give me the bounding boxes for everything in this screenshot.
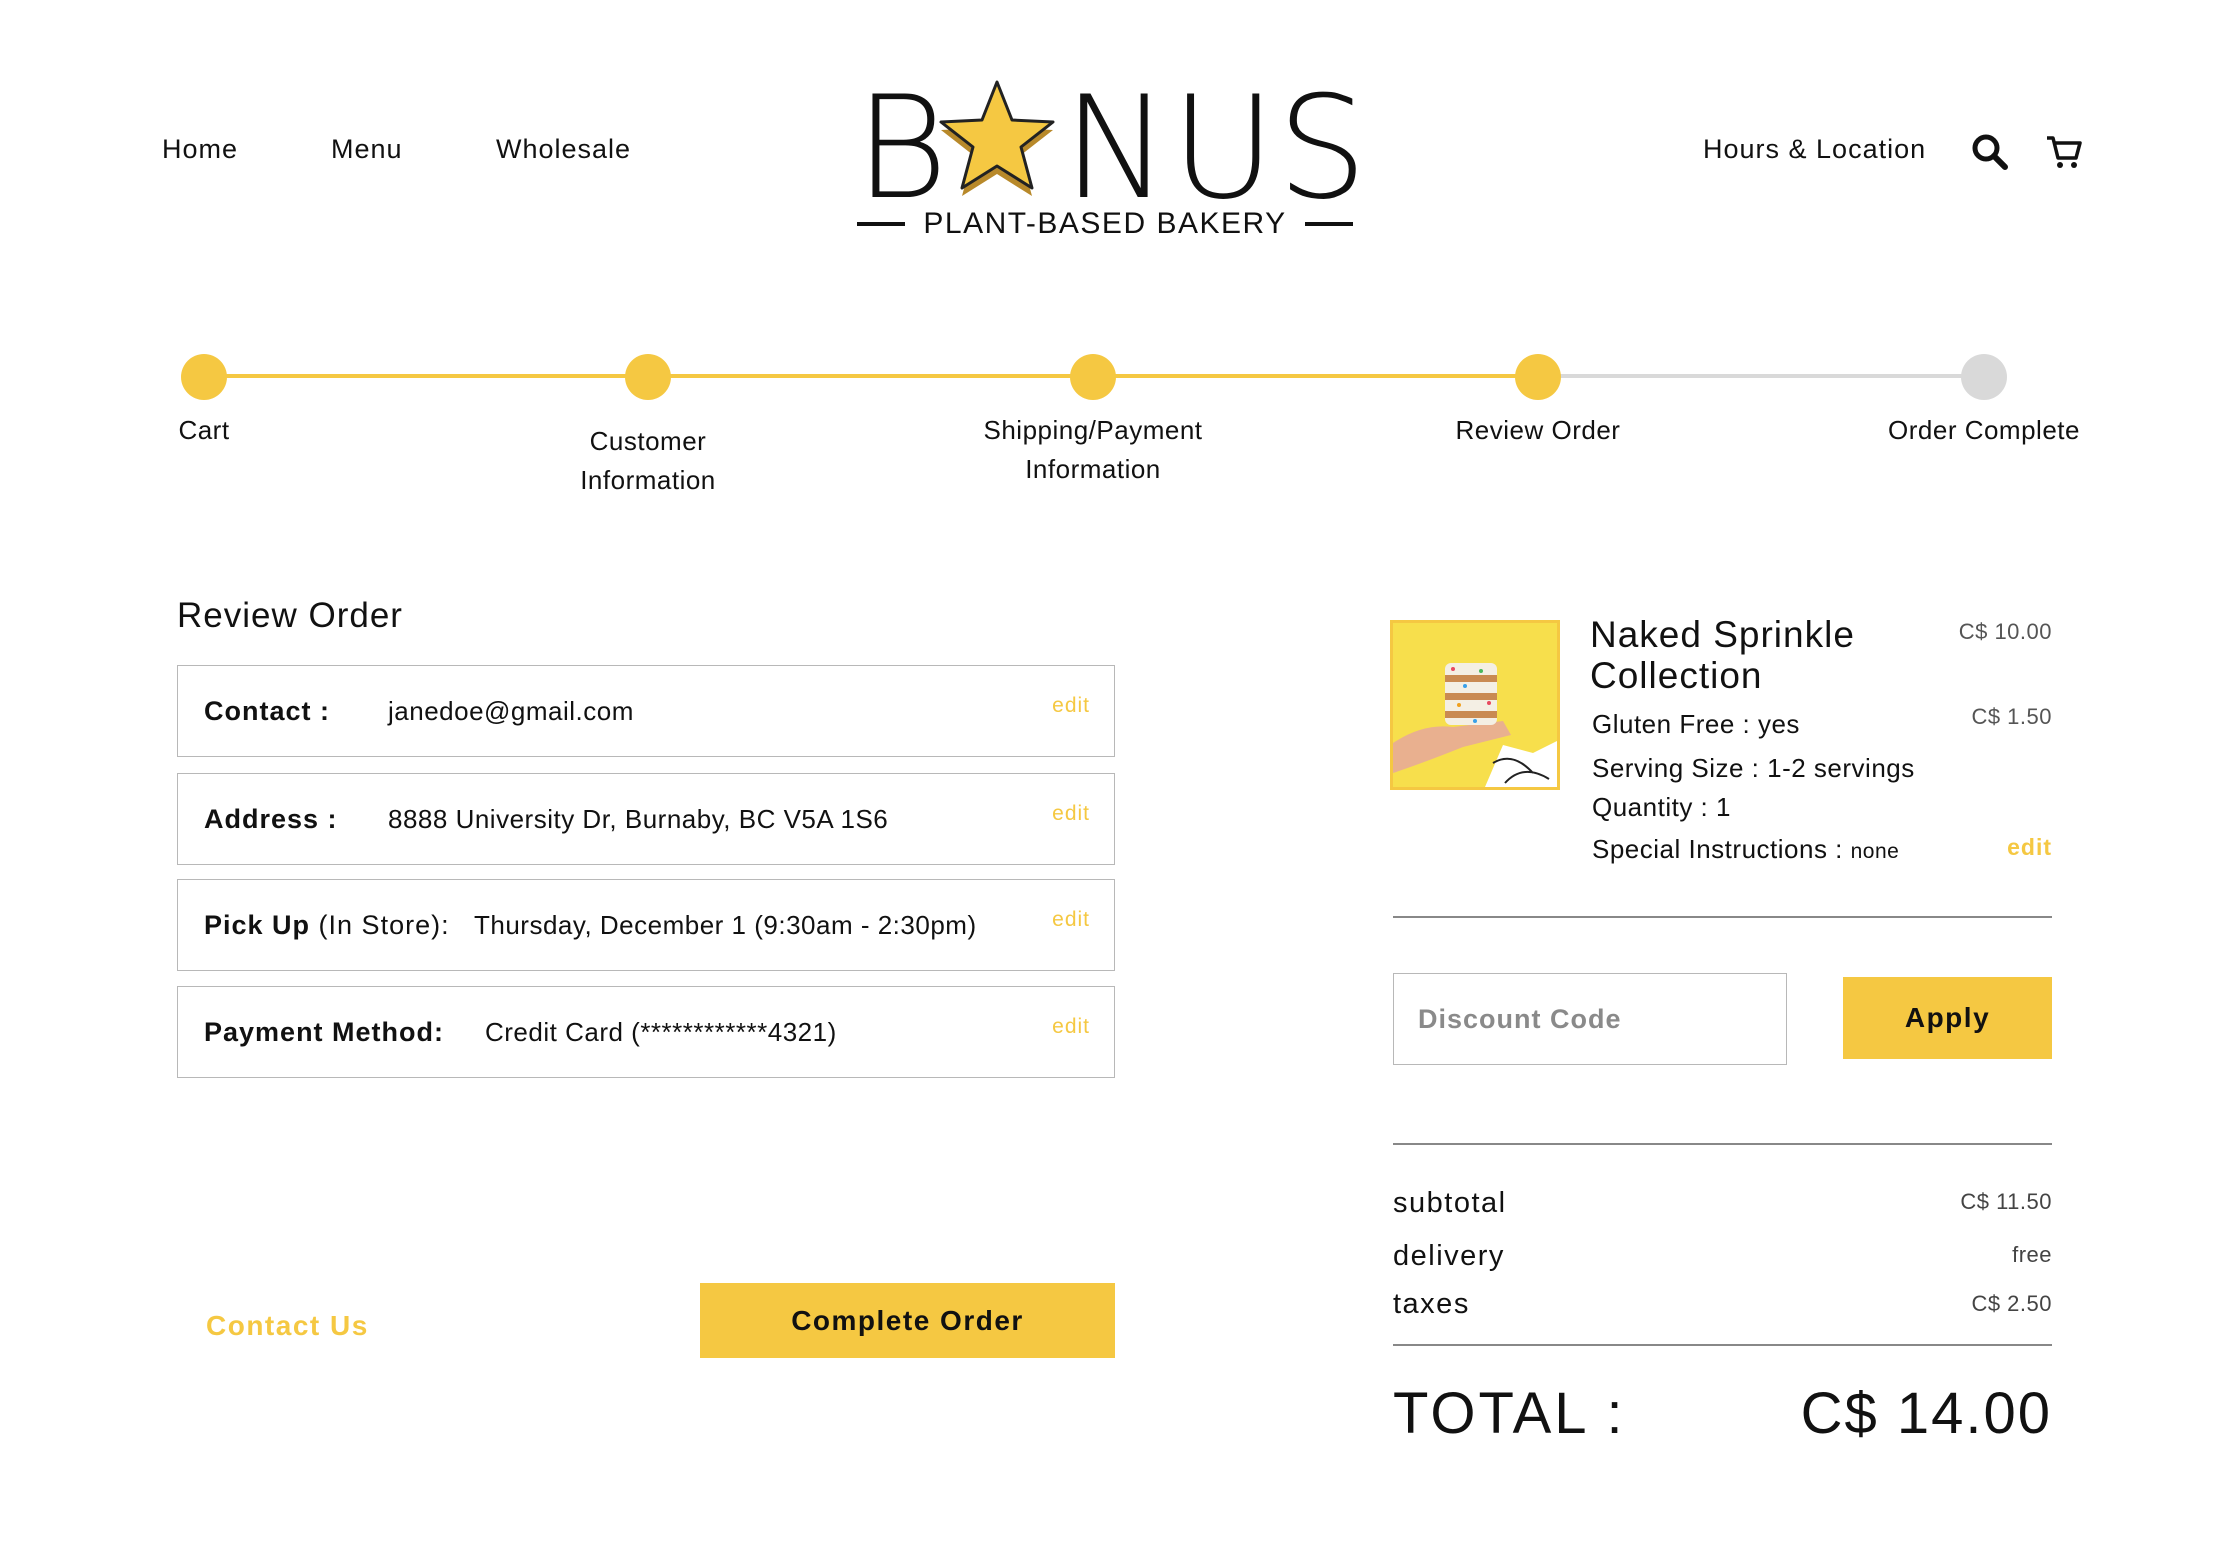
review-row-address: Address : 8888 University Dr, Burnaby, B…: [177, 773, 1115, 865]
review-row-value: janedoe@gmail.com: [388, 696, 634, 726]
special-instructions-label: Special Instructions :: [1592, 834, 1843, 864]
step-label-shipping-payment: Shipping/Payment Information: [953, 411, 1233, 489]
gluten-free-price: C$ 1.50: [1971, 704, 2052, 729]
step-label-line: Information: [1025, 454, 1161, 484]
edit-contact-link[interactable]: edit: [1052, 694, 1090, 718]
review-row-value: Thursday, December 1 (9:30am - 2:30pm): [474, 910, 977, 940]
pickup-note: (In Store):: [310, 910, 450, 940]
review-row-label: Address :: [204, 804, 338, 834]
logo-letters-nus: NUS: [1063, 66, 1370, 231]
pickup-label: Pick Up: [204, 910, 311, 940]
subtotal-label: subtotal: [1393, 1187, 1507, 1219]
contact-us-link[interactable]: Contact Us: [206, 1310, 369, 1342]
product-title: Naked Sprinkle Collection: [1590, 614, 1855, 696]
step-label-review-order: Review Order: [1418, 411, 1658, 450]
progress-track-complete: [204, 374, 1530, 378]
step-label-cart: Cart: [104, 411, 304, 450]
tagline-dash: [1304, 222, 1353, 226]
delivery-label: delivery: [1393, 1240, 1505, 1272]
progress-dot-customer-info: [625, 354, 671, 400]
apply-discount-button[interactable]: Apply: [1843, 977, 2052, 1059]
edit-pickup-link[interactable]: edit: [1052, 908, 1090, 932]
brand-logo[interactable]: B NUS PLANT-BASED BAKERY: [855, 72, 1367, 242]
discount-code-input[interactable]: [1393, 973, 1787, 1065]
special-instructions-value: none: [1850, 840, 1900, 863]
taxes-label: taxes: [1393, 1288, 1470, 1320]
product-title-line: Collection: [1590, 655, 1763, 696]
page-title: Review Order: [177, 596, 403, 635]
product-special-instructions: Special Instructions : none: [1592, 834, 1899, 865]
product-quantity: Quantity : 1: [1592, 792, 1731, 822]
divider: [1393, 1143, 2052, 1145]
product-price: C$ 10.00: [1958, 619, 2052, 644]
divider: [1393, 1344, 2052, 1346]
nav-home[interactable]: Home: [162, 134, 238, 165]
product-title-line: Naked Sprinkle: [1590, 614, 1855, 655]
step-label-line: Review Order: [1455, 415, 1621, 445]
edit-product-link[interactable]: edit: [2007, 834, 2052, 861]
total-label: TOTAL :: [1393, 1381, 1626, 1446]
progress-dot-order-complete: [1961, 354, 2007, 400]
total-value: C$ 14.00: [1800, 1381, 2052, 1446]
review-row-value: 8888 University Dr, Burnaby, BC V5A 1S6: [388, 804, 889, 834]
step-label-order-complete: Order Complete: [1864, 411, 2104, 450]
delivery-value: free: [2012, 1242, 2052, 1267]
progress-dot-review-order: [1515, 354, 1561, 400]
edit-payment-link[interactable]: edit: [1052, 1015, 1090, 1039]
cart-icon[interactable]: [2044, 132, 2084, 172]
nav-wholesale[interactable]: Wholesale: [496, 134, 631, 165]
complete-order-button[interactable]: Complete Order: [700, 1283, 1115, 1358]
search-icon[interactable]: [1970, 132, 2010, 172]
step-label-line: Shipping/Payment: [983, 415, 1203, 445]
nav-menu[interactable]: Menu: [331, 134, 403, 165]
tagline-text: PLANT-BASED BAKERY: [923, 207, 1287, 240]
nav-hours-location[interactable]: Hours & Location: [1703, 134, 1926, 165]
divider: [1393, 916, 2052, 918]
review-row-value: Credit Card (************4321): [485, 1017, 837, 1047]
progress-track-remaining: [1530, 374, 1978, 378]
step-label-line: Order Complete: [1888, 415, 2080, 445]
product-serving-size: Serving Size : 1-2 servings: [1592, 753, 1915, 783]
step-label-line: Information: [580, 465, 716, 495]
step-label-line: Customer: [589, 426, 707, 456]
review-row-payment: Payment Method: Credit Card (***********…: [177, 986, 1115, 1078]
review-row-contact: Contact : janedoe@gmail.com edit: [177, 665, 1115, 757]
logo-tagline: PLANT-BASED BAKERY: [855, 202, 1355, 246]
subtotal-value: C$ 11.50: [1960, 1189, 2052, 1214]
product-gluten-free: Gluten Free : yes: [1592, 709, 1800, 739]
progress-dot-shipping-payment: [1070, 354, 1116, 400]
review-row-label: Pick Up (In Store):: [204, 910, 450, 941]
step-label-customer-info: Customer Information: [548, 422, 748, 500]
taxes-value: C$ 2.50: [1971, 1291, 2052, 1316]
tagline-dash: [857, 222, 906, 226]
review-row-label: Payment Method:: [204, 1017, 445, 1047]
review-row-label: Contact :: [204, 696, 330, 726]
product-image: [1390, 620, 1560, 790]
progress-dot-cart: [181, 354, 227, 400]
step-label-line: Cart: [178, 415, 230, 445]
edit-address-link[interactable]: edit: [1052, 802, 1090, 826]
star-logo-icon: [939, 80, 1055, 196]
review-row-pickup: Pick Up (In Store): Thursday, December 1…: [177, 879, 1115, 971]
